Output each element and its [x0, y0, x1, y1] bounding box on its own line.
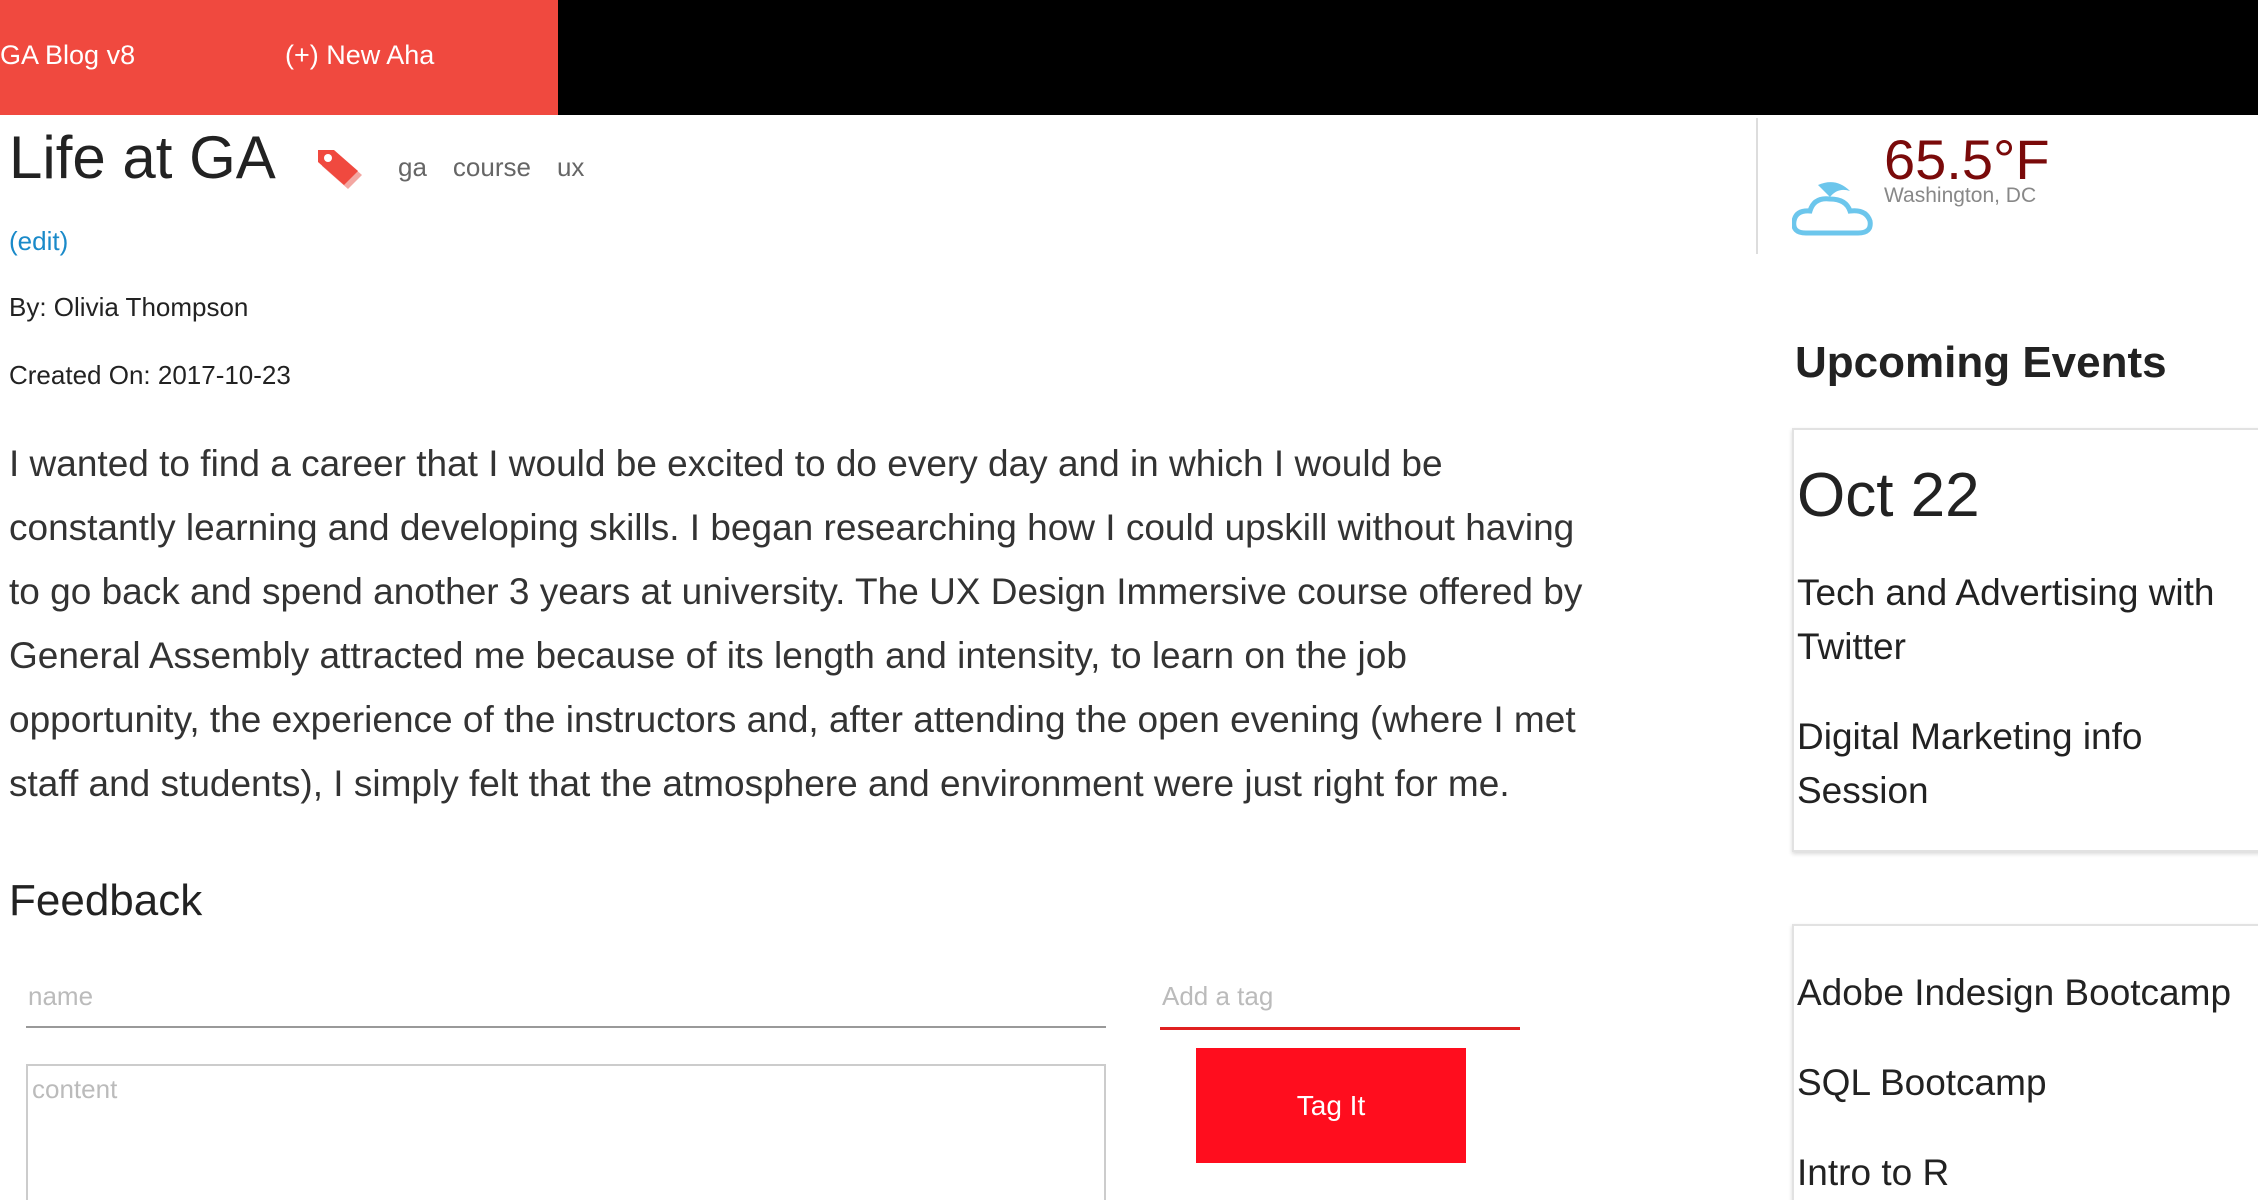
article-body-line: opportunity, the experience of the instr…	[9, 699, 1576, 740]
event-card: Oct 22 Tech and Advertising with Twitter…	[1792, 428, 2258, 852]
created-date: Created On: 2017-10-23	[9, 360, 291, 390]
weather-widget: 65.5°F Washington, DC	[1790, 125, 2090, 245]
tag-link-course[interactable]: course	[453, 152, 531, 183]
new-post-link[interactable]: (+) New Aha	[285, 40, 434, 71]
top-navbar: GA Blog v8 (+) New Aha	[0, 0, 2258, 115]
event-link[interactable]: Digital Marketing info Session	[1797, 710, 2237, 818]
cloud-icon	[1791, 177, 1882, 239]
article-body-line: to go back and spend another 3 years at …	[9, 571, 1583, 612]
tag-link-ux[interactable]: ux	[557, 152, 584, 183]
article-body-line: I wanted to find a career that I would b…	[9, 443, 1443, 484]
tag-link-ga[interactable]: ga	[398, 152, 427, 183]
article-body-line: General Assembly attracted me because of…	[9, 635, 1407, 676]
tag-list: ga course ux	[398, 152, 584, 183]
event-link[interactable]: Adobe Indesign Bootcamp	[1797, 966, 2237, 1020]
event-link[interactable]: SQL Bootcamp	[1797, 1056, 2237, 1110]
author-line: By: Olivia Thompson	[9, 292, 249, 322]
upcoming-events-heading: Upcoming Events	[1795, 338, 2167, 387]
sidebar-divider	[1756, 118, 1758, 254]
article-body: I wanted to find a career that I would b…	[9, 432, 1709, 816]
nav-accent-block: GA Blog v8 (+) New Aha	[0, 0, 558, 115]
event-link[interactable]: Tech and Advertising with Twitter	[1797, 566, 2237, 674]
event-date: Oct 22	[1797, 461, 1980, 530]
tag-icon	[318, 148, 370, 192]
weather-location: Washington, DC	[1884, 184, 2037, 207]
content-textarea[interactable]	[26, 1064, 1106, 1200]
name-input[interactable]	[26, 966, 1106, 1028]
tag-it-button[interactable]: Tag It	[1196, 1048, 1466, 1163]
event-link[interactable]: Intro to R	[1797, 1146, 2237, 1200]
edit-link[interactable]: (edit)	[9, 226, 68, 257]
feedback-heading: Feedback	[9, 876, 203, 925]
article-title: Life at GA	[9, 124, 276, 191]
article-body-line: constantly learning and developing skill…	[9, 507, 1575, 548]
nav-home-link[interactable]: GA Blog v8	[0, 40, 135, 71]
article-body-line: staff and students), I simply felt that …	[9, 763, 1510, 804]
event-card: Adobe Indesign Bootcamp SQL Bootcamp Int…	[1792, 924, 2258, 1200]
add-tag-input[interactable]	[1160, 966, 1520, 1030]
